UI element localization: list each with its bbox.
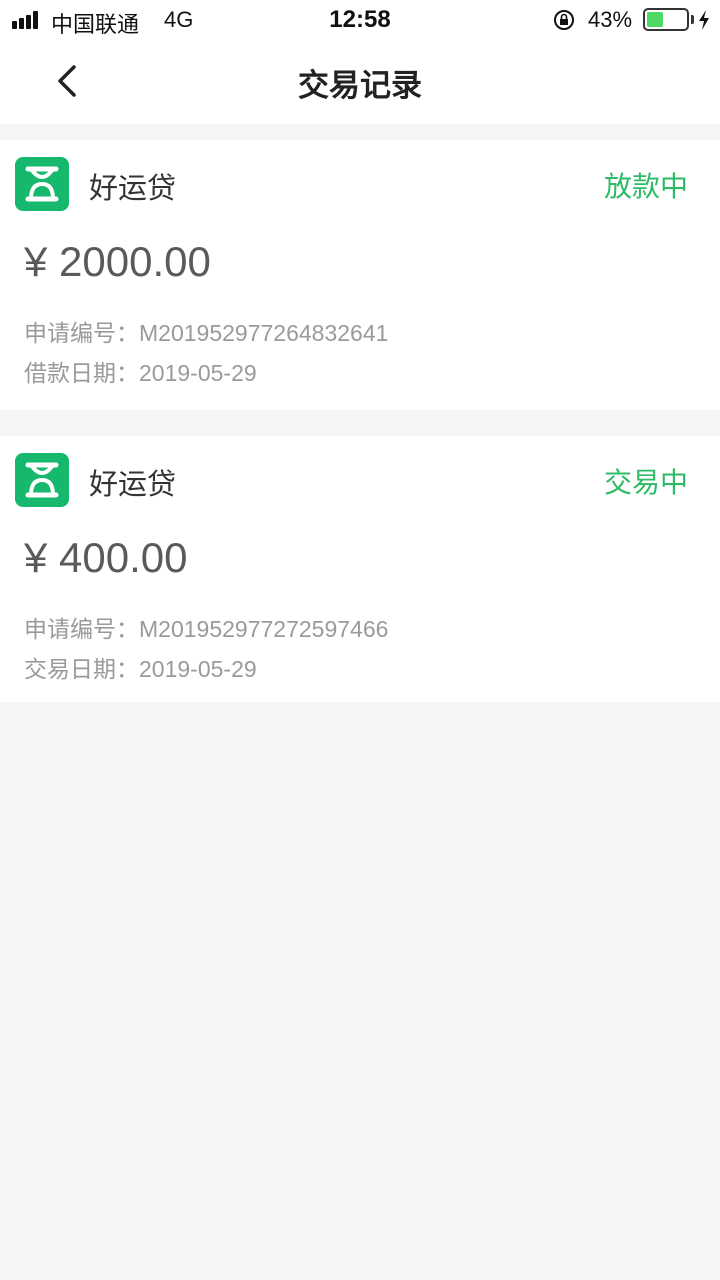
date-label: 交易日期： xyxy=(24,657,139,683)
application-number: M201952977264832641 xyxy=(139,320,389,346)
battery-level xyxy=(647,12,664,27)
application-number-label: 申请编号： xyxy=(24,617,139,643)
amount: ¥ 2000.00 xyxy=(24,238,211,285)
app-logo-icon xyxy=(15,157,69,211)
date-row: 借款日期：2019-05-29 xyxy=(24,354,257,388)
transaction-card[interactable]: 好运贷 放款中 ¥ 2000.00 申请编号：M2019529772648326… xyxy=(0,140,720,410)
battery-cap xyxy=(691,15,694,24)
date-value: 2019-05-29 xyxy=(139,360,257,386)
battery-icon xyxy=(643,8,689,31)
date-label: 借款日期： xyxy=(24,361,139,387)
application-number: M201952977272597466 xyxy=(139,616,389,642)
nav-bar: 交易记录 xyxy=(0,40,720,124)
page-title: 交易记录 xyxy=(298,68,422,104)
battery-percent: 43% xyxy=(588,7,633,32)
status-badge: 交易中 xyxy=(603,466,688,499)
charging-bolt-icon xyxy=(699,10,709,30)
application-number-row: 申请编号：M201952977272597466 xyxy=(24,610,388,644)
application-number-label: 申请编号： xyxy=(24,321,139,347)
orientation-lock-icon xyxy=(554,10,574,30)
product-name: 好运贷 xyxy=(89,171,177,205)
app-logo-icon xyxy=(15,453,69,507)
transaction-card[interactable]: 好运贷 交易中 ¥ 400.00 申请编号：M20195297727259746… xyxy=(0,436,720,702)
status-badge: 放款中 xyxy=(603,170,688,203)
application-number-row: 申请编号：M201952977264832641 xyxy=(24,314,388,348)
date-row: 交易日期：2019-05-29 xyxy=(24,650,257,684)
date-value: 2019-05-29 xyxy=(139,656,257,682)
amount: ¥ 400.00 xyxy=(24,534,188,581)
status-bar: 中国联通 4G 12:58 43% xyxy=(0,0,720,40)
product-name: 好运贷 xyxy=(89,467,177,501)
